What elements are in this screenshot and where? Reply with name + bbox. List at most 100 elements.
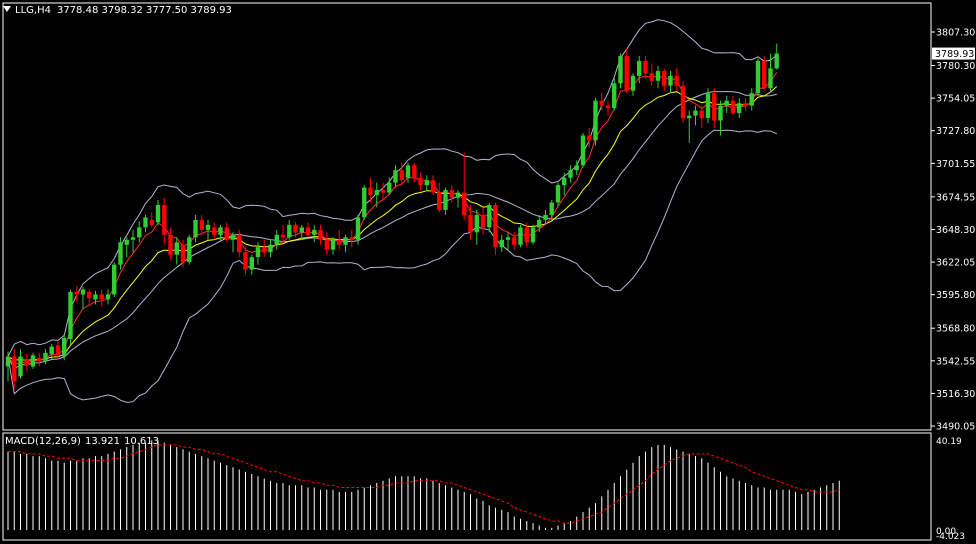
candle-body <box>49 346 54 355</box>
candle <box>362 185 367 220</box>
candle-body <box>30 355 36 367</box>
price-tick-label: 3648.30 <box>936 225 975 236</box>
candle-body <box>543 214 548 220</box>
candle-body <box>93 294 98 300</box>
candle-body <box>774 53 779 69</box>
candle-body <box>255 247 261 258</box>
candle-body <box>105 294 111 300</box>
candle-body <box>618 56 623 84</box>
candle-body <box>18 356 23 377</box>
chart-header: LLG,H4 3778.48 3798.32 3777.50 3789.93 <box>3 5 232 16</box>
candle-body <box>424 180 429 186</box>
candle-body <box>705 93 711 118</box>
candle-body <box>512 237 517 245</box>
macd-header: MACD(12,26,9) 13.921 10.613 <box>5 436 159 447</box>
candle-body <box>199 219 204 230</box>
price-tick-label: 3516.30 <box>936 389 975 400</box>
candle-body <box>405 165 411 178</box>
candle-body <box>149 219 154 225</box>
price-tick-label: 3595.80 <box>936 290 975 301</box>
candle-body <box>168 234 173 255</box>
candle-body <box>549 202 554 215</box>
macd-name: MACD(12,26,9) <box>5 436 81 447</box>
candle <box>187 234 192 265</box>
candle-body <box>243 252 248 270</box>
candle <box>112 262 117 297</box>
candle-body <box>124 239 129 245</box>
candle-body <box>212 227 217 235</box>
candle-body <box>187 237 192 263</box>
candle-body <box>468 214 473 233</box>
candle-body <box>274 234 279 245</box>
symbol-timeframe: LLG,H4 <box>15 5 51 16</box>
candle-body <box>537 219 542 228</box>
candle-body <box>80 289 86 295</box>
candle-body <box>749 93 754 106</box>
candle <box>755 58 761 96</box>
candle-body <box>112 264 117 295</box>
candle-body <box>655 70 661 81</box>
macd-tick-label: -4.023 <box>936 532 965 542</box>
current-price-label: 3789.93 <box>935 49 974 60</box>
price-tick-label: 3622.05 <box>936 258 975 269</box>
price-chart[interactable]: 3807.30 3780.30 3754.05 3727.80 3701.55 3674.… <box>0 0 976 544</box>
candle-body <box>12 356 17 382</box>
candle-body <box>362 187 367 218</box>
price-tick-label: 3568.80 <box>936 324 975 335</box>
candle-body <box>343 237 348 245</box>
candle-body <box>55 345 61 356</box>
candle-body <box>312 229 317 235</box>
candle-body <box>268 244 273 253</box>
candle-body <box>418 177 423 186</box>
candle <box>493 202 498 255</box>
candle-body <box>162 205 167 235</box>
candle-body <box>768 68 773 89</box>
candle-body <box>624 56 629 91</box>
candle-body <box>412 165 417 178</box>
candle <box>62 334 67 361</box>
candle-body <box>287 224 292 238</box>
candle <box>762 55 767 91</box>
candle-body <box>430 180 436 193</box>
candle-body <box>449 190 454 198</box>
candle-body <box>593 100 598 141</box>
candle-body <box>555 185 561 203</box>
candle-body <box>293 224 298 233</box>
dropdown-triangle-icon[interactable] <box>3 6 11 12</box>
candle-body <box>762 60 767 89</box>
price-tick-label: 3490.05 <box>936 422 975 433</box>
candle-body <box>99 294 104 300</box>
candle-body <box>612 83 617 109</box>
candle-body <box>5 356 11 367</box>
candle <box>68 289 73 345</box>
candle-body <box>443 190 448 210</box>
candle-body <box>205 224 211 230</box>
candle-body <box>355 217 361 240</box>
candle <box>618 53 623 89</box>
candle-body <box>330 239 336 250</box>
candle-body <box>399 170 404 181</box>
candle-body <box>687 115 692 119</box>
candle <box>580 132 586 168</box>
candle-body <box>324 239 329 250</box>
candle <box>593 98 598 146</box>
candle-body <box>674 75 679 86</box>
candle-body <box>505 237 511 240</box>
chart-background <box>0 0 976 544</box>
candle-body <box>712 93 717 121</box>
candle-body <box>724 100 729 106</box>
candle-body <box>174 242 179 255</box>
candle-body <box>68 291 73 340</box>
candle-body <box>530 227 536 243</box>
candle-body <box>637 60 642 76</box>
candle-body <box>693 110 698 116</box>
candle-body <box>455 192 461 198</box>
candle-body <box>499 239 504 248</box>
candle-body <box>630 75 636 91</box>
candle-body <box>318 229 323 240</box>
candle-body <box>155 205 161 223</box>
candle-body <box>230 234 236 240</box>
candle-body <box>743 103 748 106</box>
candle-body <box>487 205 492 228</box>
price-tick-label: 3674.55 <box>936 192 975 203</box>
